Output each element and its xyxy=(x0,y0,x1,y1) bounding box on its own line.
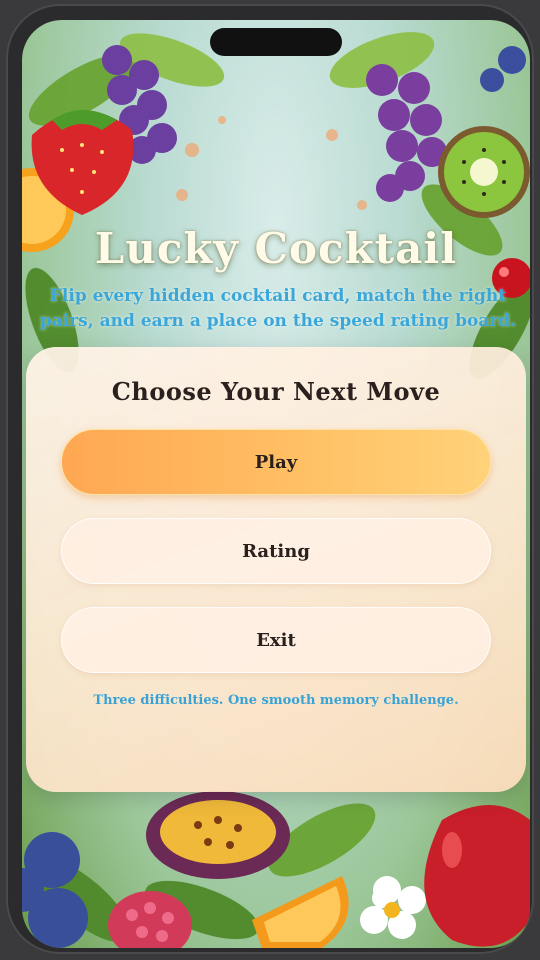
grapes-icon xyxy=(366,64,447,202)
camera-notch xyxy=(210,28,342,56)
menu-heading: Choose Your Next Move xyxy=(111,377,441,406)
game-subtitle: Flip every hidden cocktail card, match t… xyxy=(39,286,517,331)
game-title: Lucky Cocktail xyxy=(94,224,458,273)
game-screen: Lucky Cocktail Flip every hidden cocktai… xyxy=(22,20,530,948)
menu-footer-text: Three difficulties. One smooth memory ch… xyxy=(93,693,459,708)
kiwi-icon xyxy=(438,126,530,218)
orange-slice-icon xyxy=(252,876,349,948)
exit-button[interactable]: Exit xyxy=(61,607,491,673)
play-button[interactable]: Play xyxy=(61,429,491,495)
phone-frame: Lucky Cocktail Flip every hidden cocktai… xyxy=(6,4,534,954)
blueberry-icon xyxy=(480,46,526,92)
flower-icon xyxy=(360,876,426,939)
rating-button[interactable]: Rating xyxy=(61,518,491,584)
passion-fruit-icon xyxy=(146,791,290,879)
apple-icon xyxy=(424,805,530,947)
main-menu-card: Choose Your Next Move Play Rating Exit T… xyxy=(26,347,526,792)
